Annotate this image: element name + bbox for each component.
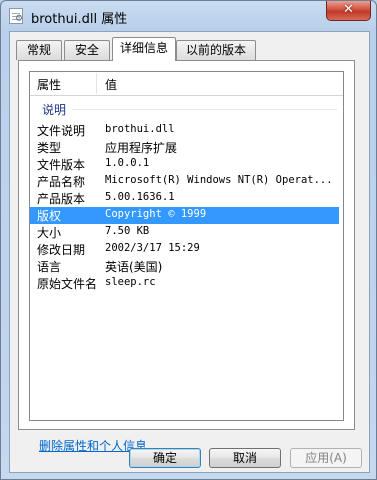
close-icon: ✕ [343,2,354,17]
list-item[interactable]: 大小 7.50 KB [30,224,339,241]
property-name: 修改日期 [37,243,86,257]
list-item[interactable]: 修改日期 2002/3/17 15:29 [30,241,339,258]
property-value: 英语(美国) [105,260,163,274]
column-header-value[interactable]: 值 [105,76,117,93]
list-item[interactable]: 产品版本 5.00.1636.1 [30,190,339,207]
property-name: 文件版本 [37,158,86,172]
property-value: 5.00.1636.1 [105,191,175,203]
tab-security[interactable]: 安全 [64,40,110,60]
property-name: 大小 [37,226,62,240]
tab-details[interactable]: 详细信息 [112,37,176,61]
property-value: brothui.dll [105,123,175,135]
group-divider [72,109,337,110]
list-item[interactable]: 类型 应用程序扩展 [30,139,339,156]
tab-general[interactable]: 常规 [16,40,62,60]
properties-window: ⚙ brothui.dll 属性 ✕ 常规 安全 详细信息 以前的版本 属性 值… [0,0,377,480]
list-item-selected[interactable]: 版权 Copyright © 1999 [30,207,339,224]
details-tab-panel: 属性 值 说明 文件说明 brothui.dll 类型 应用程序扩展 文件版本 … [18,60,355,453]
property-value: sleep.rc [105,276,156,288]
property-value: Microsoft(R) Windows NT(R) Operat... [105,174,333,186]
list-item[interactable]: 文件说明 brothui.dll [30,122,339,139]
apply-button[interactable]: 应用(A) [290,448,362,468]
property-value: 2002/3/17 15:29 [105,242,200,254]
property-name: 版权 [37,209,62,223]
property-value: Copyright © 1999 [105,208,207,220]
group-header-description: 说明 [30,98,343,117]
property-name: 原始文件名 [37,277,98,291]
group-label: 说明 [42,103,67,117]
property-value: 1.0.0.1 [105,157,150,169]
property-name: 类型 [37,141,62,155]
property-name: 语言 [37,260,62,274]
property-value: 应用程序扩展 [105,141,178,155]
ok-button[interactable]: 确定 [129,448,201,468]
list-item[interactable]: 文件版本 1.0.0.1 [30,156,339,173]
list-item[interactable]: 产品名称 Microsoft(R) Windows NT(R) Operat..… [30,173,339,190]
cancel-button[interactable]: 取消 [209,448,281,468]
property-name: 文件说明 [37,124,86,138]
title-bar[interactable]: ⚙ brothui.dll 属性 ✕ [1,1,376,31]
column-divider[interactable] [96,73,97,94]
details-list[interactable]: 属性 值 说明 文件说明 brothui.dll 类型 应用程序扩展 文件版本 … [29,71,344,421]
column-header-property[interactable]: 属性 [37,76,61,93]
tab-previous-versions[interactable]: 以前的版本 [176,40,256,60]
dll-file-icon: ⚙ [9,8,23,24]
list-item[interactable]: 原始文件名 sleep.rc [30,275,339,292]
dialog-body: 常规 安全 详细信息 以前的版本 属性 值 说明 文件说明 brothui.dl… [9,31,370,473]
window-title: brothui.dll 属性 [31,12,128,27]
list-item[interactable]: 语言 英语(美国) [30,258,339,275]
property-value: 7.50 KB [105,225,150,237]
list-header: 属性 值 [30,72,343,96]
property-name: 产品名称 [37,175,86,189]
property-name: 产品版本 [37,192,86,206]
close-button[interactable]: ✕ [326,1,371,21]
